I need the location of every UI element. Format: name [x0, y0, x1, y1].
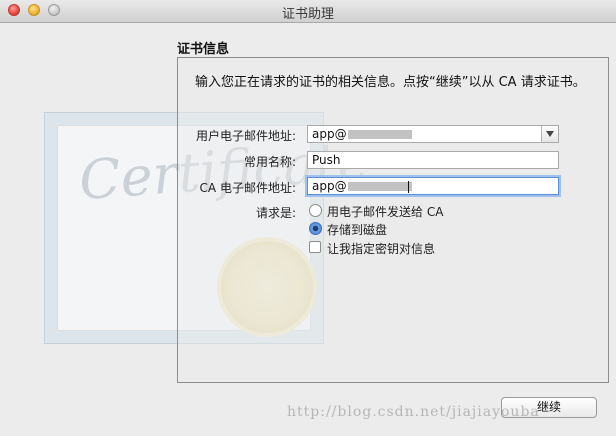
title-bar: 证书助理	[0, 0, 616, 23]
option-custom-key-label[interactable]: 让我指定密钥对信息	[327, 240, 435, 257]
redaction-mask	[347, 130, 412, 139]
radio-email-ca[interactable]	[309, 204, 322, 217]
user-email-combobox[interactable]: app@	[307, 125, 559, 143]
form-panel	[177, 57, 609, 383]
common-name-label: 常用名称:	[243, 155, 296, 169]
chevron-down-icon[interactable]	[541, 126, 558, 142]
ca-email-value: app@	[312, 179, 347, 193]
radio-save-disk[interactable]	[309, 222, 322, 235]
checkbox-custom-key[interactable]	[309, 241, 321, 253]
user-email-label: 用户电子邮件地址:	[195, 129, 296, 143]
ca-email-field[interactable]: app@	[307, 177, 559, 195]
common-name-value: Push	[312, 153, 341, 167]
user-email-value: app@	[312, 127, 347, 141]
option-email-ca-label[interactable]: 用电子邮件发送给 CA	[327, 203, 443, 220]
ca-email-label: CA 电子邮件地址:	[199, 181, 296, 195]
watermark-text: http://blog.csdn.net/jiajiayouba	[287, 404, 540, 420]
window-title: 证书助理	[281, 7, 334, 22]
option-save-disk-label[interactable]: 存储到磁盘	[327, 221, 387, 238]
section-title: 证书信息	[177, 42, 230, 57]
redaction-mask	[347, 182, 412, 191]
common-name-field[interactable]: Push	[307, 151, 559, 169]
request-type-label: 请求是:	[255, 206, 296, 220]
text-caret	[407, 180, 409, 193]
intro-text: 输入您正在请求的证书的相关信息。点按“继续”以从 CA 请求证书。	[195, 75, 586, 90]
